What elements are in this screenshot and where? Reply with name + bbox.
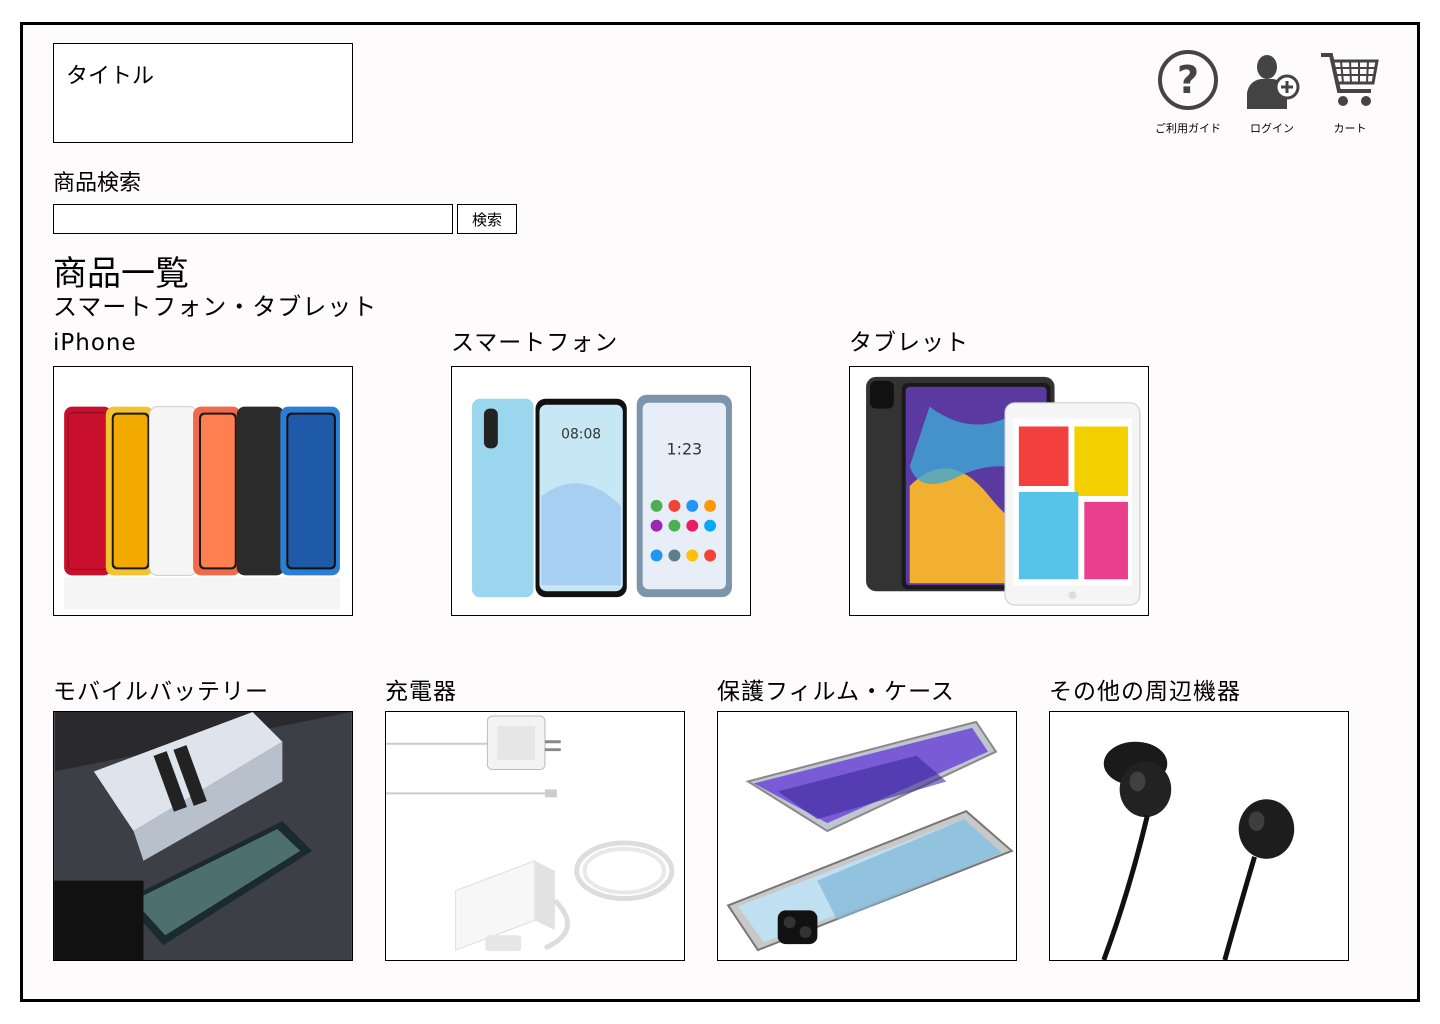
earphones-image <box>1050 712 1348 960</box>
category-label-smartphone[interactable]: スマートフォン <box>451 329 618 357</box>
category-label-charger[interactable]: 充電器 <box>385 678 457 706</box>
svg-text:1:23: 1:23 <box>667 439 703 458</box>
category-image-charger[interactable] <box>385 711 685 961</box>
nav-guide-label: ご利用ガイド <box>1155 122 1221 135</box>
section-title: スマートフォン・タブレット <box>53 293 378 321</box>
iphone-lineup-image <box>54 367 352 615</box>
product-list-title: 商品一覧 <box>53 254 189 294</box>
svg-text:08:08: 08:08 <box>561 426 601 442</box>
category-label-other-accessories[interactable]: その他の周辺機器 <box>1049 678 1241 706</box>
charger-image <box>386 712 684 960</box>
category-image-film-case[interactable] <box>717 711 1017 961</box>
category-image-smartphone[interactable]: 08:08 1:23 <box>451 366 751 616</box>
category-image-mobile-battery[interactable] <box>53 711 353 961</box>
site-title-box[interactable]: タイトル <box>53 43 353 143</box>
nav-cart-label: カート <box>1333 122 1367 135</box>
category-label-tablet[interactable]: タブレット <box>849 329 969 357</box>
cart-icon <box>1318 48 1382 112</box>
site-title: タイトル <box>66 64 155 89</box>
nav-login[interactable]: ログイン <box>1240 48 1304 136</box>
nav-guide[interactable]: ? ご利用ガイド <box>1155 48 1221 136</box>
category-label-iphone[interactable]: iPhone <box>53 329 137 357</box>
power-bank-image <box>54 712 352 960</box>
category-label-mobile-battery[interactable]: モバイルバッテリー <box>53 678 269 706</box>
search-button[interactable]: 検索 <box>457 204 517 234</box>
phone-case-image <box>718 712 1016 960</box>
search-input[interactable] <box>53 204 453 234</box>
question-circle-icon: ? <box>1156 48 1220 112</box>
category-label-film-case[interactable]: 保護フィルム・ケース <box>717 678 955 706</box>
svg-text:?: ? <box>1177 58 1199 102</box>
user-add-icon <box>1240 48 1304 112</box>
category-image-other-accessories[interactable] <box>1049 711 1349 961</box>
nav-cart[interactable]: カート <box>1318 48 1382 136</box>
tablets-image <box>850 367 1148 615</box>
android-phones-image: 08:08 1:23 <box>452 367 750 615</box>
category-image-iphone[interactable] <box>53 366 353 616</box>
category-image-tablet[interactable] <box>849 366 1149 616</box>
nav-login-label: ログイン <box>1250 122 1294 135</box>
search-label: 商品検索 <box>53 171 142 196</box>
